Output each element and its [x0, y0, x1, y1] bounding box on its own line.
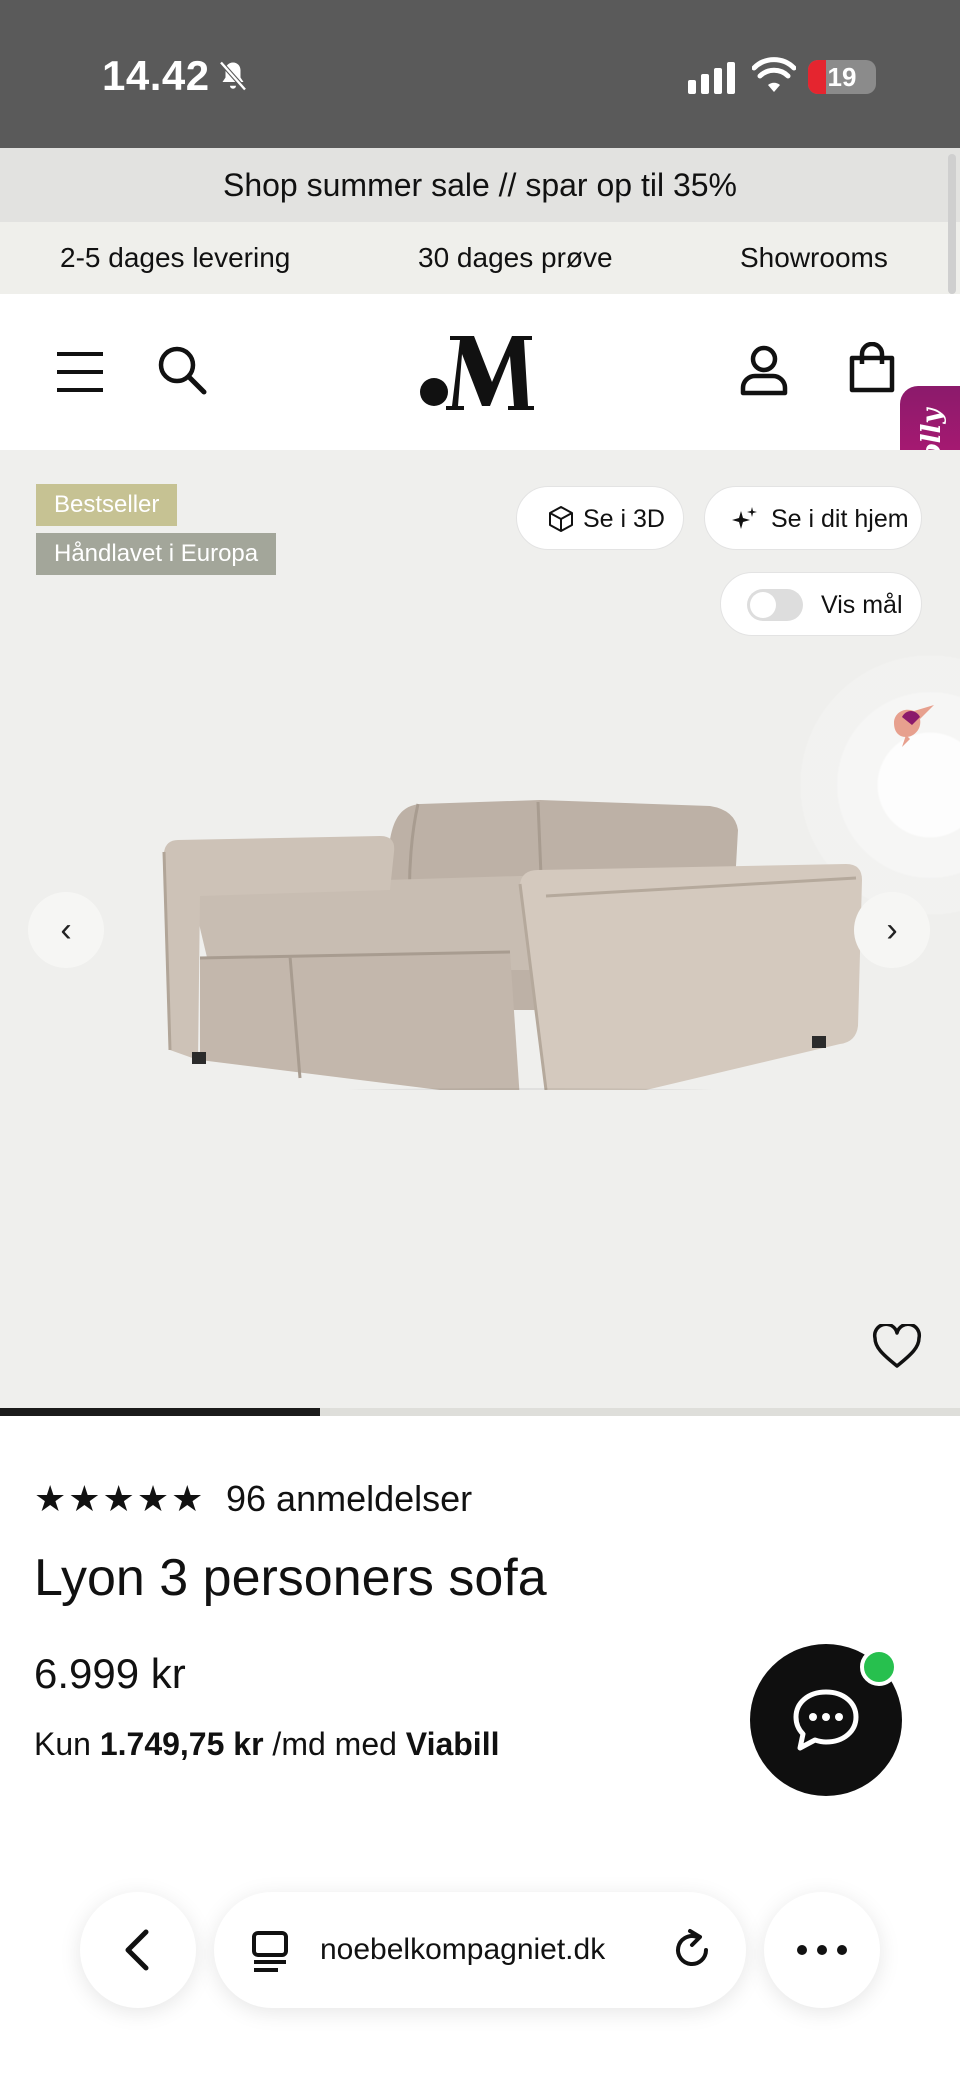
address-bar[interactable]: noebelkompagniet.dk [214, 1892, 746, 2008]
cube-icon [549, 506, 573, 532]
menu-icon[interactable] [54, 346, 106, 398]
tabs-icon [252, 1931, 288, 1972]
badge-handmade: Håndlavet i Europa [36, 533, 277, 575]
financing-prefix: Kun [34, 1726, 91, 1762]
clock: 14.42 [102, 52, 210, 99]
chat-button[interactable] [750, 1644, 902, 1796]
show-dimensions-label: Vis mål [821, 591, 903, 619]
view-3d-label: Se i 3D [583, 505, 665, 533]
search-icon[interactable] [156, 344, 208, 396]
reload-icon[interactable] [670, 1928, 714, 1972]
online-indicator [860, 1648, 898, 1686]
promo-banner[interactable]: Shop summer sale // spar op til 35% [0, 148, 960, 222]
product-title: Lyon 3 personers sofa [34, 1549, 547, 1607]
url-text: noebelkompagniet.dk [320, 1933, 606, 1966]
battery-icon: 19 [808, 60, 876, 94]
page-scrollbar[interactable] [948, 154, 956, 294]
view-in-home-button[interactable]: Se i dit hjem [704, 486, 922, 550]
financing-text: Kun 1.749,75 kr /md med Viabill [34, 1726, 499, 1763]
battery-percent: 19 [827, 62, 857, 92]
bag-icon[interactable] [846, 342, 898, 394]
browser-more-button[interactable] [764, 1892, 880, 2008]
wifi-icon [752, 57, 796, 92]
logo[interactable] [420, 334, 536, 410]
signal-icon [688, 62, 735, 94]
promo-text: Shop summer sale // spar op til 35% [222, 167, 737, 203]
usp-delivery: 2-5 dages levering [60, 242, 291, 273]
show-dimensions-toggle[interactable]: Vis mål [720, 572, 922, 636]
gallery-progress [0, 1408, 960, 1416]
financing-provider[interactable]: Viabill [406, 1726, 500, 1762]
dimensions-switch[interactable] [747, 589, 803, 621]
heart-icon[interactable] [872, 1324, 922, 1370]
browser-toolbar: noebelkompagniet.dk [0, 1870, 960, 2087]
switch-knob [750, 592, 776, 618]
hummingbird-icon[interactable] [884, 695, 940, 751]
bell-slash-icon [219, 61, 247, 91]
account-icon[interactable] [738, 344, 790, 396]
gallery-next-button[interactable]: › [854, 892, 930, 968]
usp-trial: 30 dages prøve [418, 242, 613, 273]
more-icon [797, 1945, 847, 1955]
status-bar: 14.42 19 [0, 0, 960, 148]
usp-bar: 2-5 dages levering 30 dages prøve Showro… [0, 222, 960, 294]
chat-bubble-icon [793, 1689, 859, 1751]
product-price: 6.999 kr [34, 1650, 186, 1697]
product-gallery[interactable]: Bestseller Håndlavet i Europa Se i 3D Se… [0, 450, 960, 1412]
usp-showrooms[interactable]: Showrooms [740, 222, 888, 294]
view-in-home-label: Se i dit hjem [771, 505, 909, 533]
gallery-prev-button[interactable]: ‹ [28, 892, 104, 968]
site-header [0, 294, 960, 450]
financing-amount: 1.749,75 kr [99, 1726, 264, 1762]
badge-bestseller: Bestseller [36, 484, 178, 526]
view-3d-button[interactable]: Se i 3D [516, 486, 684, 550]
reviews-link[interactable]: 96 anmeldelser [226, 1478, 472, 1520]
chevron-left-icon [125, 1929, 149, 1971]
product-image [162, 800, 862, 1090]
gallery-progress-fill [0, 1408, 320, 1416]
sparkles-icon [732, 507, 757, 529]
rating-stars[interactable]: ★★★★★ [34, 1478, 205, 1520]
browser-back-button[interactable] [80, 1892, 196, 2008]
financing-middle: /md med [272, 1726, 397, 1762]
